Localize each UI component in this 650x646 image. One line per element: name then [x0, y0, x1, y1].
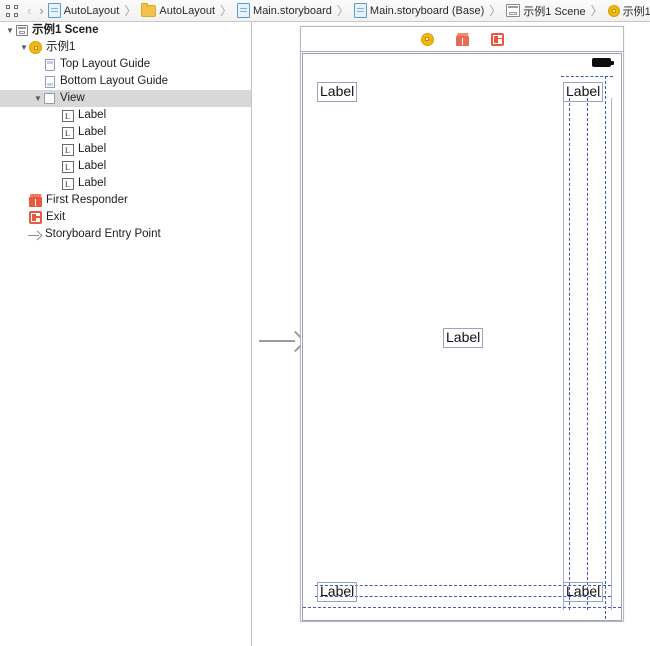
outline-row-label-1[interactable]: L Label	[0, 107, 251, 124]
outline-row-top-layout-guide[interactable]: Top Layout Guide	[0, 56, 251, 73]
storyboard-canvas[interactable]: Label Label Label Label Label	[253, 22, 650, 646]
exit-icon[interactable]	[490, 32, 504, 46]
breadcrumb-separator: 〉	[489, 4, 502, 18]
entry-point-arrow-icon	[28, 228, 43, 241]
label-top-left[interactable]: Label	[317, 82, 358, 102]
outline-row-label: Bottom Layout Guide	[60, 75, 169, 87]
scene-frame[interactable]: Label Label Label Label Label	[300, 26, 624, 622]
outline-row-scene[interactable]: ▼ 示例1 Scene	[0, 22, 251, 39]
document-outline-sidebar[interactable]: ▼ 示例1 Scene ▼ 示例1 Top Layout Guide Botto…	[0, 22, 252, 646]
scene-dock[interactable]	[301, 27, 623, 52]
outline-row-label: Label	[78, 143, 107, 155]
first-responder-icon[interactable]	[455, 32, 469, 46]
breadcrumb-item-project[interactable]: AutoLayout	[47, 3, 120, 18]
outline-row-label: Label	[78, 109, 107, 121]
root-view[interactable]: Label Label Label Label Label	[302, 53, 622, 621]
constraint-line-vertical	[605, 76, 606, 619]
label-icon: L	[61, 109, 74, 122]
guide-line-vertical	[611, 98, 612, 610]
outline-row-label: Label	[78, 160, 107, 172]
breadcrumb-separator: 〉	[220, 4, 233, 18]
blue-document-icon	[237, 3, 251, 18]
blue-document-icon	[47, 3, 61, 18]
outline-row-exit[interactable]: Exit	[0, 209, 251, 226]
outline-row-label: Exit	[46, 211, 66, 223]
constraint-line-horizontal	[561, 76, 613, 77]
constraint-line-horizontal	[303, 607, 621, 608]
outline-row-label: Storyboard Entry Point	[45, 228, 161, 240]
view-controller-icon	[607, 4, 620, 17]
disclosure-triangle-icon[interactable]: ▼	[33, 94, 43, 103]
breadcrumb-separator: 〉	[336, 4, 349, 18]
outline-row-label-2[interactable]: L Label	[0, 124, 251, 141]
yellow-folder-icon	[141, 2, 157, 17]
breadcrumb-separator: 〉	[124, 4, 137, 18]
label-top-right[interactable]: Label	[563, 82, 604, 102]
breadcrumb-item-scene[interactable]: 示例1 Scene	[506, 3, 586, 19]
label-icon: L	[61, 143, 74, 156]
outline-row-label: Top Layout Guide	[60, 58, 151, 70]
top-layout-guide-icon	[43, 58, 56, 71]
breadcrumb-item-storyboard[interactable]: Main.storyboard	[237, 3, 332, 18]
blue-document-icon	[353, 3, 367, 18]
breadcrumb-bar: ‹ › AutoLayout 〉 AutoLayout 〉 Main.story…	[0, 0, 650, 22]
back-button[interactable]: ‹	[23, 3, 35, 18]
outline-row-view-controller[interactable]: ▼ 示例1	[0, 39, 251, 56]
label-icon: L	[61, 126, 74, 139]
breadcrumb-label: Main.storyboard	[253, 4, 332, 17]
outline-row-label: Label	[78, 126, 107, 138]
disclosure-triangle-icon[interactable]: ▼	[5, 26, 15, 35]
outline-row-first-responder[interactable]: First Responder	[0, 192, 251, 209]
bottom-layout-guide-icon	[43, 75, 56, 88]
outline-row-label: View	[60, 92, 85, 104]
outline-row-label: Label	[78, 177, 107, 189]
label-bottom-right[interactable]: Label	[563, 582, 604, 602]
battery-icon	[592, 58, 614, 67]
breadcrumb-label: AutoLayout	[159, 4, 216, 17]
first-responder-icon	[29, 194, 42, 207]
view-controller-icon[interactable]	[420, 32, 434, 46]
exit-icon	[29, 211, 42, 224]
breadcrumb-item-group[interactable]: AutoLayout	[141, 2, 216, 17]
view-icon	[43, 92, 56, 105]
outline-row-label: 示例1 Scene	[32, 24, 99, 36]
outline-row-label-5[interactable]: L Label	[0, 175, 251, 192]
label-icon: L	[61, 177, 74, 190]
scene-icon	[15, 24, 28, 37]
breadcrumb-separator: 〉	[590, 4, 603, 18]
breadcrumb-label: 示例1	[622, 5, 650, 18]
assistant-grid-icon[interactable]	[6, 4, 18, 17]
disclosure-triangle-icon[interactable]: ▼	[19, 43, 29, 52]
label-bottom-left[interactable]: Label	[317, 582, 358, 602]
breadcrumb-item-viewcontroller[interactable]: 示例1	[607, 3, 650, 19]
label-center[interactable]: Label	[443, 328, 484, 348]
breadcrumb-label: Main.storyboard (Base)	[369, 4, 485, 17]
outline-row-view[interactable]: ▼ View	[0, 90, 251, 107]
xcode-window: ‹ › AutoLayout 〉 AutoLayout 〉 Main.story…	[0, 0, 650, 646]
breadcrumb-label: AutoLayout	[63, 4, 120, 17]
breadcrumb-label: 示例1 Scene	[523, 5, 586, 18]
outline-row-label-3[interactable]: L Label	[0, 141, 251, 158]
outline-row-label: 示例1	[46, 41, 76, 53]
constraint-line-vertical	[569, 98, 570, 610]
outline-row-bottom-layout-guide[interactable]: Bottom Layout Guide	[0, 73, 251, 90]
outline-row-label: First Responder	[46, 194, 128, 206]
outline-row-label-4[interactable]: L Label	[0, 158, 251, 175]
label-icon: L	[61, 160, 74, 173]
breadcrumb-item-storyboard-base[interactable]: Main.storyboard (Base)	[353, 3, 485, 18]
storyboard-entry-arrow-icon	[259, 330, 307, 353]
constraint-line-vertical	[587, 98, 588, 610]
forward-button[interactable]: ›	[35, 3, 47, 18]
guide-line-vertical	[563, 98, 564, 610]
outline-row-storyboard-entry-point[interactable]: Storyboard Entry Point	[0, 226, 251, 243]
storyboard-scene-icon	[506, 4, 521, 17]
view-controller-icon	[29, 41, 42, 54]
